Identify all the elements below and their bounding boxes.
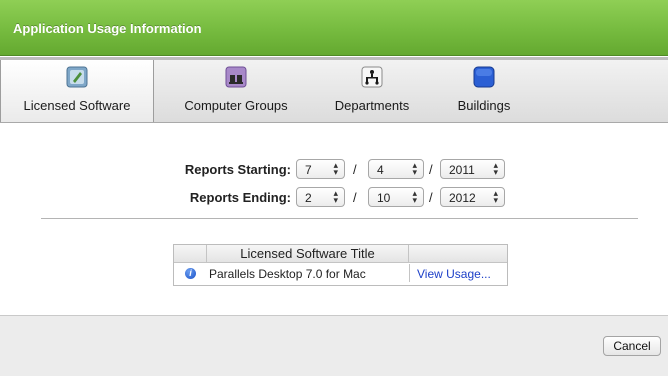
tab-label: Buildings [457, 98, 511, 113]
tab-label: Computer Groups [184, 98, 288, 113]
window-title: Application Usage Information [13, 21, 202, 36]
updown-arrows-icon: ▴ ▾ [412, 160, 417, 177]
dialog-footer: Cancel [0, 315, 668, 376]
reports-ending-label: Reports Ending: [189, 190, 291, 205]
table-header: Licensed Software Title [174, 245, 507, 263]
window-title-bar: Application Usage Information [0, 0, 668, 56]
tab-departments[interactable]: Departments [316, 60, 428, 122]
info-icon[interactable]: i [185, 268, 196, 279]
starting-month-select[interactable]: 7 ▴ ▾ [296, 159, 345, 179]
table-row: i Parallels Desktop 7.0 for Mac View Usa… [174, 264, 507, 285]
reports-starting-label: Reports Starting: [184, 162, 291, 177]
tab-computer-groups[interactable]: Computer Groups [166, 60, 306, 122]
departments-icon [361, 66, 383, 88]
starting-day-select[interactable]: 4 ▴ ▾ [368, 159, 424, 179]
starting-year-select[interactable]: 2011 ▴ ▾ [440, 159, 505, 179]
tab-label: Departments [334, 98, 410, 113]
tab-buildings[interactable]: Buildings [438, 60, 530, 122]
updown-arrows-icon: ▴ ▾ [333, 160, 338, 177]
ending-day-select[interactable]: 10 ▴ ▾ [368, 187, 424, 207]
section-divider [41, 218, 638, 219]
updown-arrows-icon: ▴ ▾ [493, 160, 498, 177]
reports-starting-row: Reports Starting: 7 ▴ ▾ / 4 ▴ ▾ / 2011 ▴ ▾ [0, 158, 668, 180]
licensed-software-icon [66, 66, 88, 88]
view-usage-link[interactable]: View Usage... [417, 267, 491, 281]
cancel-button[interactable]: Cancel [603, 336, 661, 356]
ending-year-select[interactable]: 2012 ▴ ▾ [440, 187, 505, 207]
licensed-software-table: Licensed Software Title i Parallels Desk… [173, 244, 508, 286]
updown-arrows-icon: ▴ ▾ [333, 188, 338, 205]
updown-arrows-icon: ▴ ▾ [412, 188, 417, 205]
computer-groups-icon [225, 66, 247, 88]
category-toolbar: Licensed Software Computer Groups Depart… [0, 57, 668, 123]
buildings-icon [473, 66, 495, 88]
updown-arrows-icon: ▴ ▾ [493, 188, 498, 205]
software-title-cell: Parallels Desktop 7.0 for Mac [208, 264, 410, 282]
column-header-title: Licensed Software Title [207, 245, 409, 263]
tab-label: Licensed Software [23, 98, 131, 113]
ending-month-select[interactable]: 2 ▴ ▾ [296, 187, 345, 207]
tab-licensed-software[interactable]: Licensed Software [0, 60, 154, 122]
reports-ending-row: Reports Ending: 2 ▴ ▾ / 10 ▴ ▾ / 2012 ▴ ▾ [0, 186, 668, 208]
